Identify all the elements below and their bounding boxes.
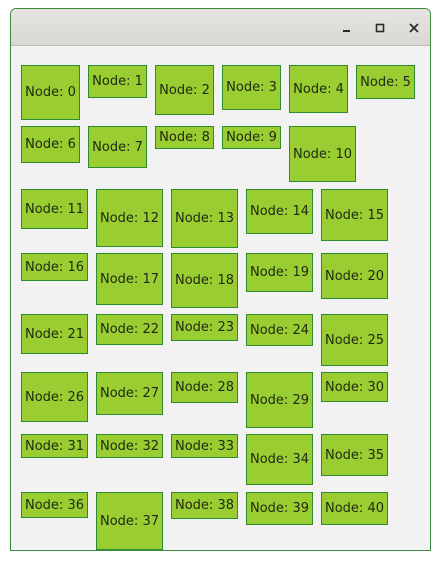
minimize-icon — [342, 23, 352, 33]
node-10[interactable]: Node: 10 — [289, 126, 356, 182]
node-15[interactable]: Node: 15 — [321, 189, 388, 241]
maximize-button[interactable] — [370, 18, 390, 38]
close-button[interactable] — [404, 18, 424, 38]
node-28[interactable]: Node: 28 — [171, 372, 238, 403]
node-29[interactable]: Node: 29 — [246, 372, 313, 428]
node-27[interactable]: Node: 27 — [96, 372, 163, 415]
close-icon — [409, 23, 419, 33]
node-33[interactable]: Node: 33 — [171, 434, 238, 458]
node-14[interactable]: Node: 14 — [246, 189, 313, 234]
node-37[interactable]: Node: 37 — [96, 492, 163, 550]
node-25[interactable]: Node: 25 — [321, 314, 388, 366]
node-31[interactable]: Node: 31 — [21, 434, 88, 458]
node-18[interactable]: Node: 18 — [171, 253, 238, 308]
node-canvas: Node: 0 Node: 1 Node: 2 Node: 3 Node: 4 … — [11, 46, 430, 550]
node-0[interactable]: Node: 0 — [21, 65, 80, 120]
node-26[interactable]: Node: 26 — [21, 372, 88, 422]
maximize-icon — [375, 23, 385, 33]
node-13[interactable]: Node: 13 — [171, 189, 238, 248]
node-38[interactable]: Node: 38 — [171, 492, 238, 519]
node-20[interactable]: Node: 20 — [321, 253, 388, 299]
node-35[interactable]: Node: 35 — [321, 434, 388, 476]
node-32[interactable]: Node: 32 — [96, 434, 163, 458]
node-24[interactable]: Node: 24 — [246, 314, 313, 346]
node-23[interactable]: Node: 23 — [171, 314, 238, 341]
node-39[interactable]: Node: 39 — [246, 492, 313, 525]
node-34[interactable]: Node: 34 — [246, 434, 313, 485]
node-22[interactable]: Node: 22 — [96, 314, 163, 345]
node-2[interactable]: Node: 2 — [155, 65, 214, 115]
node-6[interactable]: Node: 6 — [21, 126, 80, 163]
node-9[interactable]: Node: 9 — [222, 126, 281, 149]
node-19[interactable]: Node: 19 — [246, 253, 313, 292]
node-30[interactable]: Node: 30 — [321, 372, 388, 402]
node-1[interactable]: Node: 1 — [88, 65, 147, 98]
app-window: Node: 0 Node: 1 Node: 2 Node: 3 Node: 4 … — [10, 8, 431, 551]
node-3[interactable]: Node: 3 — [222, 65, 281, 110]
node-21[interactable]: Node: 21 — [21, 314, 88, 354]
title-bar[interactable] — [11, 9, 430, 46]
node-4[interactable]: Node: 4 — [289, 65, 348, 113]
node-16[interactable]: Node: 16 — [21, 253, 88, 281]
node-8[interactable]: Node: 8 — [155, 126, 214, 149]
minimize-button[interactable] — [337, 18, 357, 38]
node-17[interactable]: Node: 17 — [96, 253, 163, 305]
node-12[interactable]: Node: 12 — [96, 189, 163, 247]
node-11[interactable]: Node: 11 — [21, 189, 88, 229]
node-5[interactable]: Node: 5 — [356, 65, 415, 99]
node-7[interactable]: Node: 7 — [88, 126, 147, 168]
node-36[interactable]: Node: 36 — [21, 492, 88, 518]
node-40[interactable]: Node: 40 — [321, 492, 388, 525]
